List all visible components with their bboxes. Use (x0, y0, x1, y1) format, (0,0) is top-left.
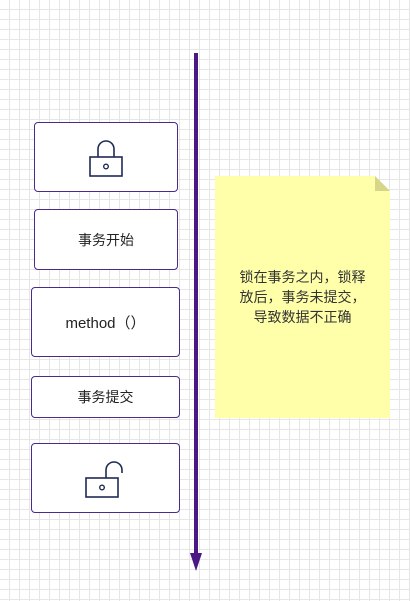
lock-acquire-box (34, 122, 178, 192)
note-line-3: 导致数据不正确 (253, 309, 352, 325)
note-line-2: 放后，事务未提交， (239, 289, 366, 305)
method-box: method（） (31, 287, 180, 357)
transaction-start-label: 事务开始 (78, 231, 134, 248)
lock-closed-icon (89, 140, 123, 177)
transaction-start-box: 事务开始 (34, 209, 178, 270)
transaction-commit-label: 事务提交 (77, 389, 134, 405)
sticky-note-text: 锁在事务之内，锁释 放后，事务未提交， 导致数据不正确 (215, 176, 390, 418)
transaction-commit-box: 事务提交 (31, 376, 180, 418)
method-label: method（） (65, 314, 146, 332)
timeline-arrowhead (190, 553, 202, 571)
lock-open-icon (84, 461, 123, 498)
diagram-canvas: 事务开始 method（） 事务提交 锁在事务之内，锁释 放后，事务未提交， 导… (0, 0, 410, 601)
lock-release-box (31, 443, 180, 513)
note-line-1: 锁在事务之内，锁释 (239, 269, 366, 285)
